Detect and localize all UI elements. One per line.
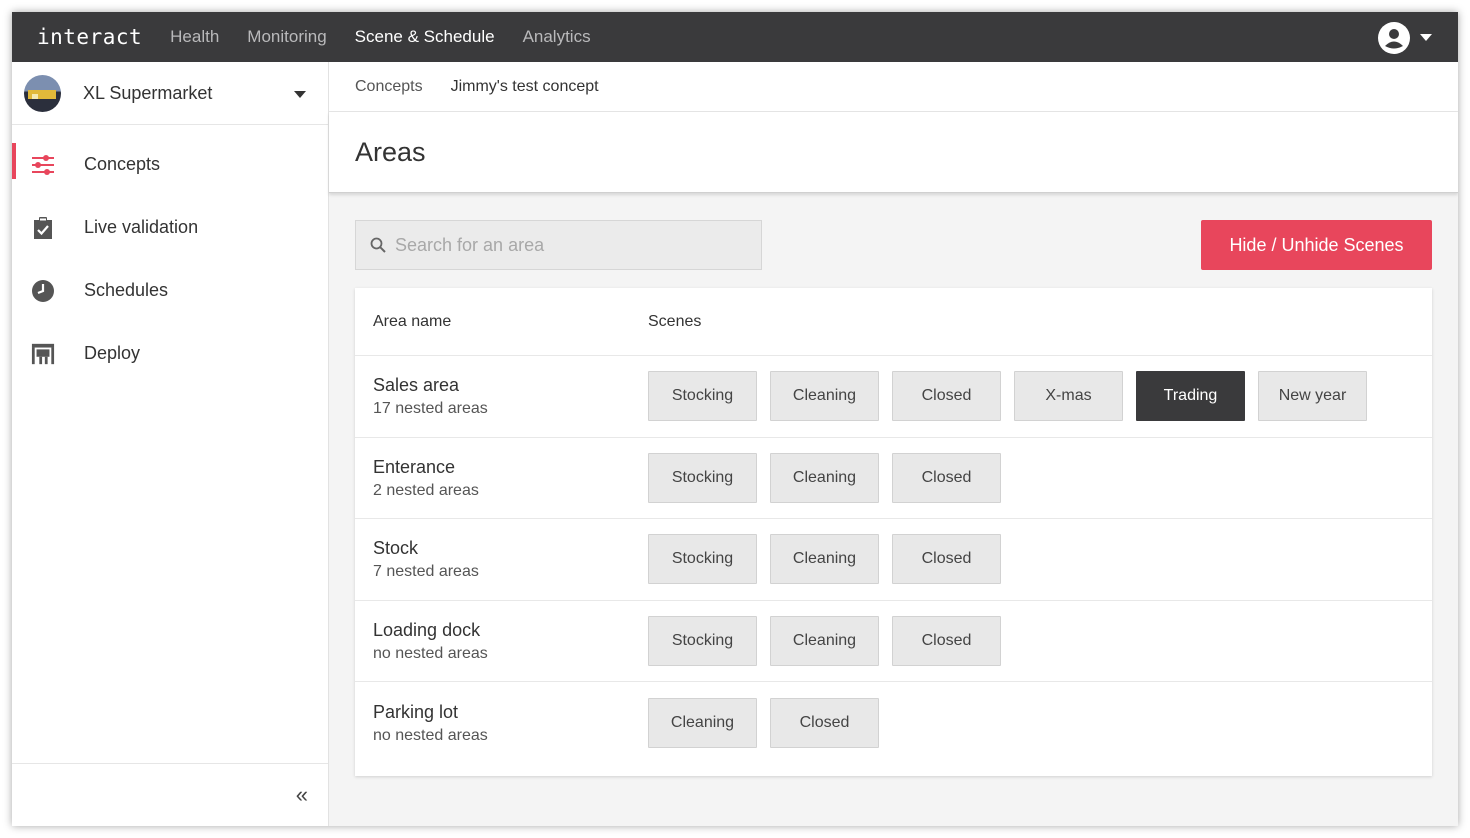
sidebar: XL Supermarket Concepts Live validation … [12, 62, 329, 826]
search-input[interactable] [395, 234, 735, 256]
sidebar-item-live-validation[interactable]: Live validation [12, 196, 328, 259]
sidebar-menu: Concepts Live validation Schedules Deplo… [12, 125, 328, 385]
sidebar-item-label: Schedules [84, 280, 169, 300]
nested-area-count: 17 nested areas [373, 400, 488, 418]
nav-health[interactable]: Health [170, 27, 219, 47]
area-name: Loading dock [373, 619, 481, 640]
nested-area-count: no nested areas [373, 644, 488, 662]
sidebar-footer: « [12, 763, 328, 826]
table-body: Sales area 17 nested areas Stocking Cleanin… [355, 356, 1432, 764]
caret-down-icon [294, 91, 306, 98]
deploy-icon [31, 342, 55, 366]
area-name: Parking lot [373, 701, 459, 722]
title-bar: Areas [329, 112, 1458, 193]
area-name: Sales area [373, 375, 460, 396]
sidebar-item-schedules[interactable]: Schedules [12, 259, 328, 322]
nav-monitoring[interactable]: Monitoring [247, 27, 326, 47]
scene-buttons: Stocking Cleaning Closed [648, 615, 1014, 666]
table-row[interactable]: Loading dock no nested areas Stocking Clean… [355, 601, 1432, 682]
account-icon [1378, 22, 1410, 54]
sidebar-item-concepts[interactable]: Concepts [12, 133, 328, 196]
sidebar-item-label: Live validation [84, 217, 199, 237]
chevron-down-icon [1420, 34, 1432, 42]
scene-button[interactable]: Cleaning [770, 615, 879, 666]
store-name: XL Supermarket [83, 82, 213, 103]
scene-button[interactable]: Closed [892, 615, 1001, 666]
scene-button[interactable]: Stocking [648, 615, 757, 666]
scene-button[interactable]: Cleaning [770, 452, 879, 503]
collapse-sidebar-icon[interactable]: « [296, 784, 308, 806]
area-cell: Sales area 17 nested areas [355, 374, 648, 418]
logo[interactable]: interact [37, 25, 142, 49]
nested-area-count: no nested areas [373, 726, 488, 744]
table-row[interactable]: Enterance 2 nested areas Stocking Cleaning C… [355, 438, 1432, 519]
area-cell: Loading dock no nested areas [355, 619, 648, 663]
page-title: Areas [355, 136, 426, 167]
clock-icon [31, 279, 55, 303]
scene-button[interactable]: Closed [892, 534, 1001, 585]
scene-button[interactable]: Stocking [648, 452, 757, 503]
scene-button[interactable]: Cleaning [770, 371, 879, 422]
scene-buttons: Stocking Cleaning Closed X-mas Trading New ye… [648, 371, 1380, 422]
scene-button[interactable]: Stocking [648, 534, 757, 585]
table-row[interactable]: Stock 7 nested areas Stocking Cleaning Close… [355, 519, 1432, 601]
table-row[interactable]: Parking lot no nested areas Cleaning Closed [355, 682, 1432, 764]
main-content: Concepts Jimmy's test concept Areas Hide… [329, 62, 1458, 826]
scene-button[interactable]: X-mas [1014, 371, 1123, 422]
sidebar-item-label: Deploy [84, 343, 141, 363]
scene-button[interactable]: Trading [1136, 371, 1245, 422]
area-cell: Parking lot no nested areas [355, 701, 648, 745]
area-name: Stock [373, 538, 419, 559]
sidebar-item-label: Concepts [84, 154, 161, 174]
sliders-icon [31, 153, 55, 177]
clipboard-check-icon [31, 216, 55, 240]
column-header-area-name[interactable]: Area name [355, 313, 648, 331]
breadcrumb: Concepts Jimmy's test concept [329, 62, 1458, 112]
hide-unhide-scenes-button[interactable]: Hide / Unhide Scenes [1201, 220, 1432, 270]
area-cell: Enterance 2 nested areas [355, 456, 648, 500]
sidebar-item-deploy[interactable]: Deploy [12, 322, 328, 385]
breadcrumb-concepts[interactable]: Concepts [355, 78, 423, 96]
nav-analytics[interactable]: Analytics [523, 27, 591, 47]
scene-buttons: Cleaning Closed [648, 697, 892, 748]
user-menu[interactable] [1378, 22, 1432, 54]
scene-button[interactable]: Closed [770, 697, 879, 748]
scene-button[interactable]: Stocking [648, 371, 757, 422]
area-cell: Stock 7 nested areas [355, 537, 648, 581]
areas-table: Area name Scenes Sales area 17 nested are… [355, 288, 1432, 776]
nested-area-count: 2 nested areas [373, 481, 479, 499]
scene-button[interactable]: Closed [892, 371, 1001, 422]
area-name: Enterance [373, 456, 456, 477]
nav-scene-schedule[interactable]: Scene & Schedule [355, 27, 495, 47]
scene-button[interactable]: Cleaning [648, 697, 757, 748]
top-nav: interact Health Monitoring Scene & Sched… [12, 12, 1458, 62]
breadcrumb-current: Jimmy's test concept [450, 77, 599, 95]
table-row[interactable]: Sales area 17 nested areas Stocking Cleanin… [355, 356, 1432, 438]
table-header: Area name Scenes [355, 288, 1432, 356]
column-header-scenes: Scenes [648, 312, 702, 330]
scene-buttons: Stocking Cleaning Closed [648, 534, 1014, 585]
search-box[interactable] [355, 220, 762, 270]
scene-button[interactable]: New year [1258, 371, 1367, 422]
store-selector[interactable]: XL Supermarket [12, 62, 328, 125]
store-avatar [24, 74, 61, 112]
search-icon [370, 237, 386, 253]
scene-button[interactable]: Cleaning [770, 534, 879, 585]
scene-buttons: Stocking Cleaning Closed [648, 452, 1014, 503]
scene-button[interactable]: Closed [892, 452, 1001, 503]
app-window: interact Health Monitoring Scene & Sched… [12, 12, 1458, 826]
nested-area-count: 7 nested areas [373, 563, 479, 581]
